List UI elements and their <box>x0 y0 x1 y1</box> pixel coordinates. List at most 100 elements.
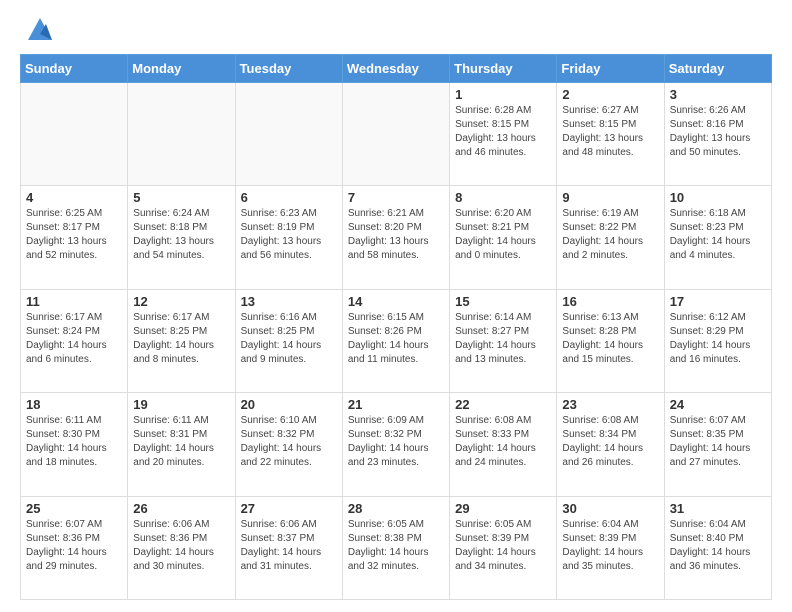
calendar-cell: 16 Sunrise: 6:13 AMSunset: 8:28 PMDayligh… <box>557 289 664 392</box>
day-number: 16 <box>562 294 658 309</box>
day-info: Sunrise: 6:26 AMSunset: 8:16 PMDaylight:… <box>670 104 766 160</box>
day-number: 14 <box>348 294 444 309</box>
calendar-cell: 19 Sunrise: 6:11 AMSunset: 8:31 PMDayligh… <box>128 393 235 496</box>
day-info: Sunrise: 6:20 AMSunset: 8:21 PMDaylight:… <box>455 207 551 263</box>
day-number: 6 <box>241 190 337 205</box>
day-header-sunday: Sunday <box>21 55 128 83</box>
calendar-cell: 31 Sunrise: 6:04 AMSunset: 8:40 PMDayligh… <box>664 496 771 599</box>
day-number: 12 <box>133 294 229 309</box>
day-info: Sunrise: 6:24 AMSunset: 8:18 PMDaylight:… <box>133 207 229 263</box>
calendar-cell: 21 Sunrise: 6:09 AMSunset: 8:32 PMDayligh… <box>342 393 449 496</box>
day-number: 7 <box>348 190 444 205</box>
calendar-cell: 14 Sunrise: 6:15 AMSunset: 8:26 PMDayligh… <box>342 289 449 392</box>
day-info: Sunrise: 6:06 AMSunset: 8:37 PMDaylight:… <box>241 518 337 574</box>
day-number: 18 <box>26 397 122 412</box>
day-info: Sunrise: 6:11 AMSunset: 8:31 PMDaylight:… <box>133 414 229 470</box>
calendar-cell: 7 Sunrise: 6:21 AMSunset: 8:20 PMDaylight… <box>342 186 449 289</box>
week-row-5: 25 Sunrise: 6:07 AMSunset: 8:36 PMDayligh… <box>21 496 772 599</box>
day-number: 1 <box>455 87 551 102</box>
day-info: Sunrise: 6:04 AMSunset: 8:39 PMDaylight:… <box>562 518 658 574</box>
day-info: Sunrise: 6:27 AMSunset: 8:15 PMDaylight:… <box>562 104 658 160</box>
calendar-cell: 27 Sunrise: 6:06 AMSunset: 8:37 PMDayligh… <box>235 496 342 599</box>
calendar-cell: 9 Sunrise: 6:19 AMSunset: 8:22 PMDaylight… <box>557 186 664 289</box>
calendar-cell: 17Sunrise: 6:12 AMSunset: 8:29 PMDayligh… <box>664 289 771 392</box>
calendar-cell: 5 Sunrise: 6:24 AMSunset: 8:18 PMDaylight… <box>128 186 235 289</box>
day-number: 30 <box>562 501 658 516</box>
day-info: Sunrise: 6:18 AMSunset: 8:23 PMDaylight:… <box>670 207 766 263</box>
calendar-cell: 18 Sunrise: 6:11 AMSunset: 8:30 PMDayligh… <box>21 393 128 496</box>
calendar-cell: 22 Sunrise: 6:08 AMSunset: 8:33 PMDayligh… <box>450 393 557 496</box>
day-info: Sunrise: 6:06 AMSunset: 8:36 PMDaylight:… <box>133 518 229 574</box>
calendar-cell: 3 Sunrise: 6:26 AMSunset: 8:16 PMDaylight… <box>664 83 771 186</box>
day-number: 17 <box>670 294 766 309</box>
calendar-cell: 28 Sunrise: 6:05 AMSunset: 8:38 PMDayligh… <box>342 496 449 599</box>
calendar-cell: 11Sunrise: 6:17 AMSunset: 8:24 PMDayligh… <box>21 289 128 392</box>
calendar-cell: 20 Sunrise: 6:10 AMSunset: 8:32 PMDayligh… <box>235 393 342 496</box>
day-info: Sunrise: 6:25 AMSunset: 8:17 PMDaylight:… <box>26 207 122 263</box>
day-number: 20 <box>241 397 337 412</box>
day-info: Sunrise: 6:21 AMSunset: 8:20 PMDaylight:… <box>348 207 444 263</box>
day-number: 4 <box>26 190 122 205</box>
day-number: 10 <box>670 190 766 205</box>
day-info: Sunrise: 6:13 AMSunset: 8:28 PMDaylight:… <box>562 311 658 367</box>
day-header-monday: Monday <box>128 55 235 83</box>
day-info: Sunrise: 6:11 AMSunset: 8:30 PMDaylight:… <box>26 414 122 470</box>
day-number: 26 <box>133 501 229 516</box>
calendar-cell: 1 Sunrise: 6:28 AMSunset: 8:15 PMDaylight… <box>450 83 557 186</box>
calendar-cell: 24 Sunrise: 6:07 AMSunset: 8:35 PMDayligh… <box>664 393 771 496</box>
day-info: Sunrise: 6:07 AMSunset: 8:36 PMDaylight:… <box>26 518 122 574</box>
day-header-tuesday: Tuesday <box>235 55 342 83</box>
day-info: Sunrise: 6:14 AMSunset: 8:27 PMDaylight:… <box>455 311 551 367</box>
day-number: 28 <box>348 501 444 516</box>
day-info: Sunrise: 6:07 AMSunset: 8:35 PMDaylight:… <box>670 414 766 470</box>
calendar-cell: 29Sunrise: 6:05 AMSunset: 8:39 PMDayligh… <box>450 496 557 599</box>
day-info: Sunrise: 6:08 AMSunset: 8:33 PMDaylight:… <box>455 414 551 470</box>
page: SundayMondayTuesdayWednesdayThursdayFrid… <box>0 0 792 612</box>
day-header-thursday: Thursday <box>450 55 557 83</box>
day-info: Sunrise: 6:28 AMSunset: 8:15 PMDaylight:… <box>455 104 551 160</box>
calendar-cell: 23 Sunrise: 6:08 AMSunset: 8:34 PMDayligh… <box>557 393 664 496</box>
day-number: 9 <box>562 190 658 205</box>
day-info: Sunrise: 6:17 AMSunset: 8:24 PMDaylight:… <box>26 311 122 367</box>
day-number: 25 <box>26 501 122 516</box>
day-info: Sunrise: 6:10 AMSunset: 8:32 PMDaylight:… <box>241 414 337 470</box>
day-number: 31 <box>670 501 766 516</box>
day-number: 8 <box>455 190 551 205</box>
calendar-cell: 2Sunrise: 6:27 AMSunset: 8:15 PMDaylight… <box>557 83 664 186</box>
week-row-3: 11Sunrise: 6:17 AMSunset: 8:24 PMDayligh… <box>21 289 772 392</box>
day-info: Sunrise: 6:17 AMSunset: 8:25 PMDaylight:… <box>133 311 229 367</box>
calendar-cell: 25 Sunrise: 6:07 AMSunset: 8:36 PMDayligh… <box>21 496 128 599</box>
day-number: 15 <box>455 294 551 309</box>
calendar-table: SundayMondayTuesdayWednesdayThursdayFrid… <box>20 54 772 600</box>
day-number: 21 <box>348 397 444 412</box>
day-header-saturday: Saturday <box>664 55 771 83</box>
calendar-cell <box>235 83 342 186</box>
day-number: 23 <box>562 397 658 412</box>
logo-icon <box>26 16 54 44</box>
day-number: 27 <box>241 501 337 516</box>
week-row-2: 4 Sunrise: 6:25 AMSunset: 8:17 PMDaylight… <box>21 186 772 289</box>
day-number: 19 <box>133 397 229 412</box>
calendar-cell: 15 Sunrise: 6:14 AMSunset: 8:27 PMDayligh… <box>450 289 557 392</box>
day-info: Sunrise: 6:05 AMSunset: 8:39 PMDaylight:… <box>455 518 551 574</box>
day-number: 3 <box>670 87 766 102</box>
day-info: Sunrise: 6:09 AMSunset: 8:32 PMDaylight:… <box>348 414 444 470</box>
day-number: 5 <box>133 190 229 205</box>
calendar-cell: 13Sunrise: 6:16 AMSunset: 8:25 PMDayligh… <box>235 289 342 392</box>
day-info: Sunrise: 6:19 AMSunset: 8:22 PMDaylight:… <box>562 207 658 263</box>
day-number: 22 <box>455 397 551 412</box>
day-info: Sunrise: 6:04 AMSunset: 8:40 PMDaylight:… <box>670 518 766 574</box>
day-number: 24 <box>670 397 766 412</box>
day-info: Sunrise: 6:15 AMSunset: 8:26 PMDaylight:… <box>348 311 444 367</box>
calendar-cell <box>342 83 449 186</box>
day-info: Sunrise: 6:08 AMSunset: 8:34 PMDaylight:… <box>562 414 658 470</box>
calendar-cell: 10 Sunrise: 6:18 AMSunset: 8:23 PMDayligh… <box>664 186 771 289</box>
week-row-4: 18 Sunrise: 6:11 AMSunset: 8:30 PMDayligh… <box>21 393 772 496</box>
calendar-cell: 30 Sunrise: 6:04 AMSunset: 8:39 PMDayligh… <box>557 496 664 599</box>
logo <box>20 16 54 44</box>
day-info: Sunrise: 6:16 AMSunset: 8:25 PMDaylight:… <box>241 311 337 367</box>
week-row-1: 1 Sunrise: 6:28 AMSunset: 8:15 PMDaylight… <box>21 83 772 186</box>
day-info: Sunrise: 6:05 AMSunset: 8:38 PMDaylight:… <box>348 518 444 574</box>
calendar-cell: 6Sunrise: 6:23 AMSunset: 8:19 PMDaylight… <box>235 186 342 289</box>
day-header-friday: Friday <box>557 55 664 83</box>
